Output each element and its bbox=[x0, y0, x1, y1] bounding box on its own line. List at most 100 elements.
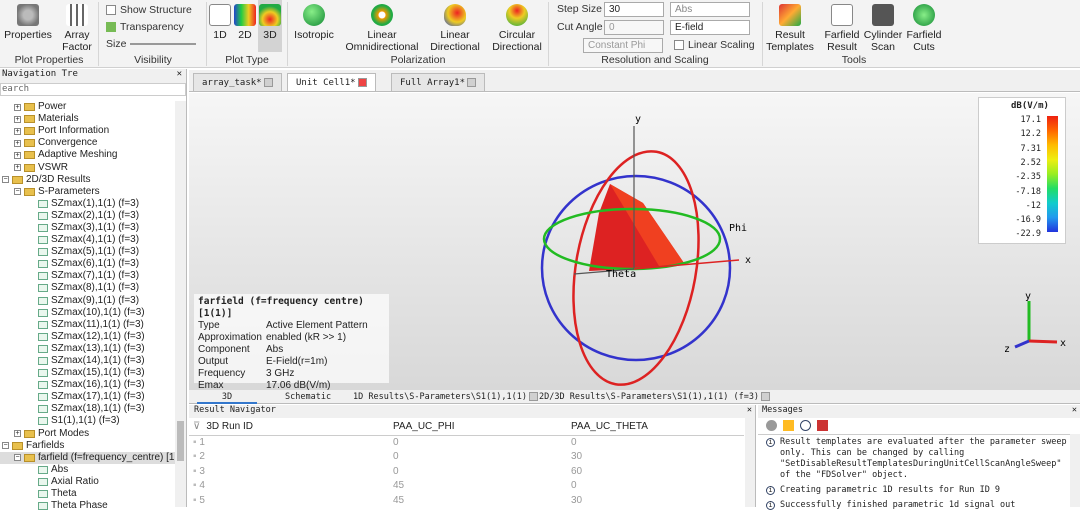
close-icon[interactable]: ✕ bbox=[177, 69, 186, 83]
col-phi[interactable]: PAA_UC_PHI bbox=[389, 418, 567, 436]
tree-item[interactable]: − farfield (f=frequency_centre) [1 bbox=[0, 451, 175, 464]
expander-icon[interactable]: + bbox=[14, 139, 21, 147]
tree-item[interactable]: SZmax(3),1(1) (f=3) bbox=[0, 222, 175, 234]
tree-item[interactable]: + Materials bbox=[0, 113, 175, 125]
expander-icon[interactable]: − bbox=[14, 454, 21, 462]
tree-item[interactable]: SZmax(15),1(1) (f=3) bbox=[0, 367, 175, 379]
expander-icon[interactable]: − bbox=[2, 442, 9, 450]
clear-messages-icon[interactable] bbox=[817, 420, 828, 431]
cylinder-scan-button[interactable]: Cylinder Scan bbox=[864, 4, 902, 53]
expander-icon[interactable]: + bbox=[14, 151, 21, 159]
expander-icon[interactable]: + bbox=[14, 115, 21, 123]
close-icon[interactable]: ✕ bbox=[747, 405, 755, 418]
expander-icon[interactable]: + bbox=[14, 164, 21, 172]
linear-omni-button[interactable]: Linear Omnidirectional bbox=[344, 4, 420, 53]
tree-item[interactable]: SZmax(11),1(1) (f=3) bbox=[0, 319, 175, 331]
filter-icon[interactable]: ⊽ bbox=[193, 421, 200, 432]
tree-item[interactable]: − 2D/3D Results bbox=[0, 174, 175, 186]
efield-dropdown[interactable]: E-field bbox=[670, 20, 750, 35]
close-icon[interactable] bbox=[761, 392, 771, 401]
tree-item[interactable]: SZmax(13),1(1) (f=3) bbox=[0, 343, 175, 355]
table-row[interactable]: ▪ 2 0 30 bbox=[189, 450, 744, 465]
tree-item[interactable]: Theta Phase bbox=[0, 500, 175, 512]
tab-schematic[interactable]: Schematic bbox=[281, 391, 335, 404]
tab-3d[interactable]: 3D bbox=[197, 391, 257, 404]
tree-item[interactable]: + VSWR bbox=[0, 161, 175, 173]
plot-3d-button[interactable]: 3D bbox=[258, 0, 282, 52]
isotropic-button[interactable]: Isotropic bbox=[292, 4, 336, 41]
cut-angle-input[interactable]: 0 bbox=[604, 20, 664, 35]
tree-item[interactable]: Theta bbox=[0, 488, 175, 500]
expander-icon[interactable]: − bbox=[2, 176, 9, 184]
tab-full-array[interactable]: Full Array1* bbox=[391, 73, 486, 91]
tab-1d-results[interactable]: 1D Results\S-Parameters\S1(1),1(1) bbox=[349, 391, 542, 404]
table-row[interactable]: ▪ 4 45 0 bbox=[189, 479, 744, 494]
table-row[interactable]: ▪ 5 45 30 bbox=[189, 493, 744, 508]
tree-item[interactable]: SZmax(8),1(1) (f=3) bbox=[0, 282, 175, 294]
close-icon[interactable] bbox=[263, 78, 273, 87]
tab-2d3d-results[interactable]: 2D/3D Results\S-Parameters\S1(1),1(1) (f… bbox=[535, 391, 774, 404]
farfield-cuts-button[interactable]: Farfield Cuts bbox=[905, 4, 943, 53]
circular-dir-button[interactable]: Circular Directional bbox=[490, 4, 544, 53]
expander-icon[interactable]: + bbox=[14, 103, 21, 111]
table-row[interactable]: ▪ 1 0 0 bbox=[189, 435, 744, 450]
tree-item[interactable]: SZmax(9),1(1) (f=3) bbox=[0, 295, 175, 307]
expander-icon[interactable]: − bbox=[14, 188, 21, 196]
tree-item[interactable]: SZmax(18),1(1) (f=3) bbox=[0, 403, 175, 415]
tree-item[interactable]: SZmax(17),1(1) (f=3) bbox=[0, 391, 175, 403]
transparency-dropdown[interactable]: Transparency bbox=[106, 21, 184, 33]
tree-item[interactable]: SZmax(12),1(1) (f=3) bbox=[0, 331, 175, 343]
tree-item[interactable]: + Adaptive Meshing bbox=[0, 149, 175, 161]
messages-scrollbar[interactable] bbox=[1070, 434, 1080, 507]
message-item[interactable]: i Successfully finished parametric 1d sig… bbox=[758, 498, 1080, 513]
tree-item[interactable]: SZmax(1),1(1) (f=3) bbox=[0, 198, 175, 210]
slider-track[interactable] bbox=[130, 43, 197, 45]
plot-1d-button[interactable]: 1D bbox=[209, 4, 231, 41]
tab-array-task[interactable]: array_task* bbox=[193, 73, 282, 91]
scroll-thumb[interactable] bbox=[177, 421, 184, 461]
close-icon[interactable]: ✕ bbox=[1072, 405, 1080, 418]
tree-item[interactable]: SZmax(7),1(1) (f=3) bbox=[0, 270, 175, 282]
col-run-id[interactable]: ⊽ 3D Run ID bbox=[189, 418, 389, 436]
tree-item[interactable]: SZmax(5),1(1) (f=3) bbox=[0, 246, 175, 258]
tree-item[interactable]: Abs bbox=[0, 464, 175, 476]
tree-item[interactable]: Axial Ratio bbox=[0, 476, 175, 488]
tree-item[interactable]: SZmax(6),1(1) (f=3) bbox=[0, 258, 175, 270]
tree-item[interactable]: + Convergence bbox=[0, 137, 175, 149]
message-item[interactable]: i Result templates are evaluated after th… bbox=[758, 435, 1080, 483]
tab-unit-cell[interactable]: Unit Cell1* bbox=[287, 73, 376, 91]
close-icon[interactable] bbox=[467, 78, 477, 87]
tree-item[interactable]: S1(1),1(1) (f=3) bbox=[0, 415, 175, 427]
properties-button[interactable]: Properties bbox=[4, 4, 52, 41]
tree-item[interactable]: − S-Parameters bbox=[0, 186, 175, 198]
tree-item[interactable]: SZmax(14),1(1) (f=3) bbox=[0, 355, 175, 367]
plot-2d-button[interactable]: 2D bbox=[234, 4, 256, 41]
abs-dropdown[interactable]: Abs bbox=[670, 2, 750, 17]
tree-item[interactable]: − Farfields bbox=[0, 440, 175, 452]
step-size-input[interactable]: 30 bbox=[604, 2, 664, 17]
warning-filter-icon[interactable] bbox=[783, 420, 794, 431]
result-scrollbar[interactable] bbox=[745, 418, 755, 507]
tree-item[interactable]: + Port Modes bbox=[0, 428, 175, 440]
linear-dir-button[interactable]: Linear Directional bbox=[428, 4, 482, 53]
tree-item[interactable]: SZmax(4),1(1) (f=3) bbox=[0, 234, 175, 246]
tree-item[interactable]: + Power bbox=[0, 101, 175, 113]
col-theta[interactable]: PAA_UC_THETA bbox=[567, 418, 744, 436]
linear-scaling-checkbox[interactable]: Linear Scaling bbox=[674, 39, 755, 51]
tree-item[interactable]: + Port Information bbox=[0, 125, 175, 137]
expander-icon[interactable]: + bbox=[14, 430, 21, 438]
size-slider[interactable]: Size bbox=[106, 38, 197, 50]
nav-scrollbar[interactable] bbox=[175, 101, 186, 507]
info-filter-icon[interactable] bbox=[800, 420, 811, 431]
show-structure-checkbox[interactable]: Show Structure bbox=[106, 4, 192, 16]
array-factor-button[interactable]: Array Factor bbox=[60, 4, 94, 53]
close-icon[interactable] bbox=[357, 78, 367, 87]
error-filter-icon[interactable] bbox=[766, 420, 777, 431]
table-row[interactable]: ▪ 3 0 60 bbox=[189, 464, 744, 479]
message-item[interactable]: i Creating parametric 1D results for Run … bbox=[758, 483, 1080, 498]
tree-item[interactable]: SZmax(10),1(1) (f=3) bbox=[0, 307, 175, 319]
tree-item[interactable]: SZmax(2),1(1) (f=3) bbox=[0, 210, 175, 222]
result-templates-button[interactable]: Result Templates bbox=[764, 4, 816, 53]
nav-search-input[interactable]: earch bbox=[0, 83, 186, 96]
expander-icon[interactable]: + bbox=[14, 127, 21, 135]
